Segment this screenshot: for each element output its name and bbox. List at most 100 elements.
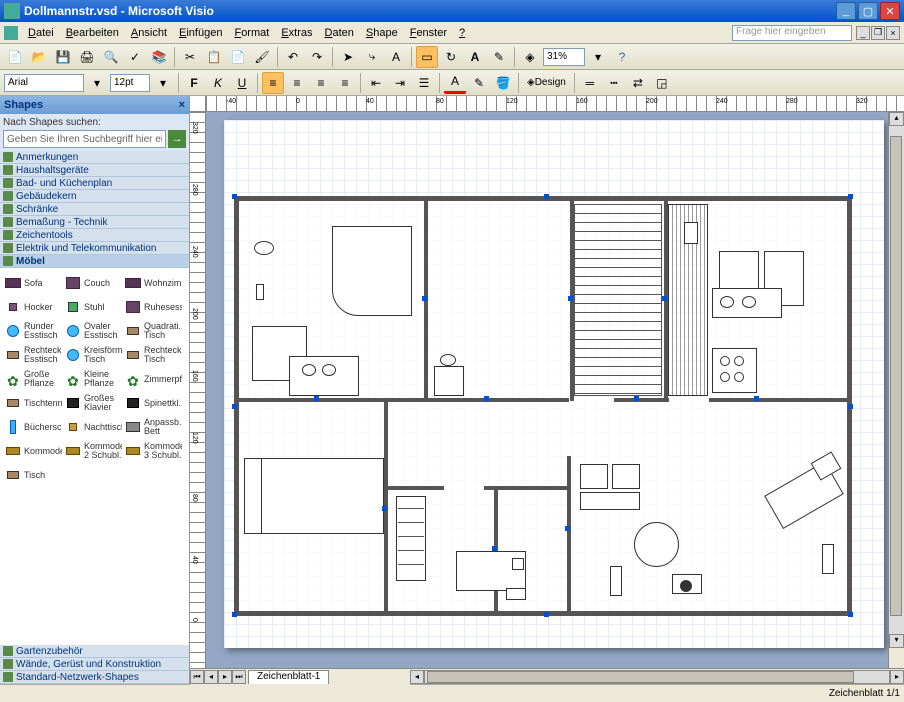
scroll-left[interactable]: ◂ bbox=[410, 670, 424, 684]
shape-item[interactable]: Rechteck. Esstisch bbox=[3, 343, 63, 367]
shape-item[interactable]: Tischtenn... bbox=[3, 391, 63, 415]
copy-button[interactable]: 📋 bbox=[203, 46, 225, 68]
ink-button[interactable]: ✎ bbox=[488, 46, 510, 68]
connector-button[interactable]: ⤷ bbox=[361, 46, 383, 68]
menu-bearbeiten[interactable]: Bearbeiten bbox=[60, 25, 125, 41]
drawing-page[interactable] bbox=[224, 120, 884, 648]
menu-shape[interactable]: Shape bbox=[360, 25, 404, 41]
font-color-button[interactable]: A bbox=[444, 72, 466, 94]
menu-format[interactable]: Format bbox=[228, 25, 275, 41]
stencil-category[interactable]: Bad- und Küchenplan bbox=[0, 177, 189, 190]
stencil-category[interactable]: Gartenzubehör bbox=[0, 645, 189, 658]
italic-button[interactable]: K bbox=[207, 72, 229, 94]
design-button[interactable]: ◈ Design bbox=[523, 72, 570, 94]
align-justify-button[interactable]: ≡ bbox=[334, 72, 356, 94]
shape-item[interactable]: Kommode bbox=[3, 439, 63, 463]
shape-item[interactable]: ✿Kleine Pflanze bbox=[63, 367, 123, 391]
align-right-button[interactable]: ≡ bbox=[310, 72, 332, 94]
shape-item[interactable]: Couch bbox=[63, 271, 123, 295]
line-weight-button[interactable]: ═ bbox=[579, 72, 601, 94]
open-button[interactable]: 📂 bbox=[28, 46, 50, 68]
shape-item[interactable]: Kommode 3 Schubl. bbox=[123, 439, 183, 463]
preview-button[interactable]: 🔍 bbox=[100, 46, 122, 68]
stencil-category[interactable]: Wände, Gerüst und Konstruktion bbox=[0, 658, 189, 671]
search-go-button[interactable]: → bbox=[168, 130, 186, 148]
shape-item[interactable]: Rechteck. Tisch bbox=[123, 343, 183, 367]
bullets-button[interactable]: ☰ bbox=[413, 72, 435, 94]
font-name-combo[interactable] bbox=[4, 74, 84, 92]
shape-item[interactable]: Anpassb... Bett bbox=[123, 415, 183, 439]
shape-item[interactable]: Büchersc... bbox=[3, 415, 63, 439]
stencil-category[interactable]: Zeichentools bbox=[0, 229, 189, 242]
stencil-category[interactable]: Elektrik und Telekommunikation bbox=[0, 242, 189, 255]
close-button[interactable]: ✕ bbox=[880, 2, 900, 20]
shape-item[interactable]: ✿Große Pflanze bbox=[3, 367, 63, 391]
corners-button[interactable]: ◲ bbox=[651, 72, 673, 94]
mdi-close[interactable]: × bbox=[886, 26, 900, 40]
size-dropdown[interactable]: ▾ bbox=[152, 72, 174, 94]
menu-?[interactable]: ? bbox=[453, 25, 471, 41]
zoom-combo[interactable] bbox=[543, 48, 585, 66]
shape-item[interactable]: Nachttisch bbox=[63, 415, 123, 439]
floor-plan[interactable] bbox=[234, 196, 852, 616]
stencil-category[interactable]: Bemaßung - Technik bbox=[0, 216, 189, 229]
horizontal-scrollbar[interactable]: ⏮ ◂ ▸ ⏭ Zeichenblatt-1 ◂ ▸ bbox=[190, 668, 904, 684]
shape-item[interactable]: Sofa bbox=[3, 271, 63, 295]
research-button[interactable]: 📚 bbox=[148, 46, 170, 68]
indent-dec-button[interactable]: ⇤ bbox=[365, 72, 387, 94]
menu-daten[interactable]: Daten bbox=[319, 25, 360, 41]
rotate-button[interactable]: ↻ bbox=[440, 46, 462, 68]
text-button[interactable]: A bbox=[385, 46, 407, 68]
rectangle-button[interactable]: ▭ bbox=[416, 46, 438, 68]
text-tool-button[interactable]: A bbox=[464, 46, 486, 68]
shape-item[interactable]: Großes Klavier bbox=[63, 391, 123, 415]
scroll-right[interactable]: ▸ bbox=[890, 670, 904, 684]
format-painter-button[interactable]: 🖌 bbox=[251, 46, 273, 68]
mdi-restore[interactable]: ❐ bbox=[871, 26, 885, 40]
page-tab[interactable]: Zeichenblatt-1 bbox=[248, 670, 329, 684]
redo-button[interactable]: ↷ bbox=[306, 46, 328, 68]
fill-color-button[interactable]: 🪣 bbox=[492, 72, 514, 94]
stencil-category[interactable]: Schränke bbox=[0, 203, 189, 216]
line-pattern-button[interactable]: ┅ bbox=[603, 72, 625, 94]
shape-item[interactable]: ✿Zimmerpfl... bbox=[123, 367, 183, 391]
shape-item[interactable]: Wohnzim... bbox=[123, 271, 183, 295]
shape-item[interactable]: Kreisförmi... Tisch bbox=[63, 343, 123, 367]
font-size-combo[interactable] bbox=[110, 74, 150, 92]
tab-next[interactable]: ▸ bbox=[218, 670, 232, 684]
cut-button[interactable]: ✂ bbox=[179, 46, 201, 68]
mdi-minimize[interactable]: _ bbox=[856, 26, 870, 40]
shapes-search-input[interactable] bbox=[3, 130, 166, 148]
panel-close-icon[interactable]: × bbox=[179, 99, 185, 111]
align-center-button[interactable]: ≡ bbox=[286, 72, 308, 94]
minimize-button[interactable]: _ bbox=[836, 2, 856, 20]
shape-item[interactable]: Spinettkl... bbox=[123, 391, 183, 415]
shape-item[interactable]: Ruhesessel bbox=[123, 295, 183, 319]
pointer-button[interactable]: ➤ bbox=[337, 46, 359, 68]
menu-extras[interactable]: Extras bbox=[275, 25, 318, 41]
menu-einfügen[interactable]: Einfügen bbox=[173, 25, 228, 41]
canvas[interactable] bbox=[206, 112, 888, 668]
tab-prev[interactable]: ◂ bbox=[204, 670, 218, 684]
shape-item[interactable]: Stuhl bbox=[63, 295, 123, 319]
shape-item[interactable]: Kommode 2 Schubl. bbox=[63, 439, 123, 463]
stencil-moebel[interactable]: Möbel bbox=[0, 255, 189, 268]
tab-last[interactable]: ⏭ bbox=[232, 670, 246, 684]
shape-item[interactable]: Ovaler Esstisch bbox=[63, 319, 123, 343]
spell-button[interactable]: ✓ bbox=[124, 46, 146, 68]
indent-inc-button[interactable]: ⇥ bbox=[389, 72, 411, 94]
shape-item[interactable]: Hocker bbox=[3, 295, 63, 319]
stencil-category[interactable]: Standard-Netzwerk-Shapes bbox=[0, 671, 189, 684]
maximize-button[interactable]: ▢ bbox=[858, 2, 878, 20]
shapes-button[interactable]: ◈ bbox=[519, 46, 541, 68]
save-button[interactable]: 💾 bbox=[52, 46, 74, 68]
shape-item[interactable]: Quadrati... Tisch bbox=[123, 319, 183, 343]
help-button[interactable]: ? bbox=[611, 46, 633, 68]
align-left-button[interactable]: ≡ bbox=[262, 72, 284, 94]
underline-button[interactable]: U bbox=[231, 72, 253, 94]
menu-ansicht[interactable]: Ansicht bbox=[125, 25, 173, 41]
font-dropdown[interactable]: ▾ bbox=[86, 72, 108, 94]
help-search-input[interactable]: Frage hier eingeben bbox=[732, 25, 852, 41]
stencil-category[interactable]: Haushaltsgeräte bbox=[0, 164, 189, 177]
stencil-category[interactable]: Gebäudekern bbox=[0, 190, 189, 203]
